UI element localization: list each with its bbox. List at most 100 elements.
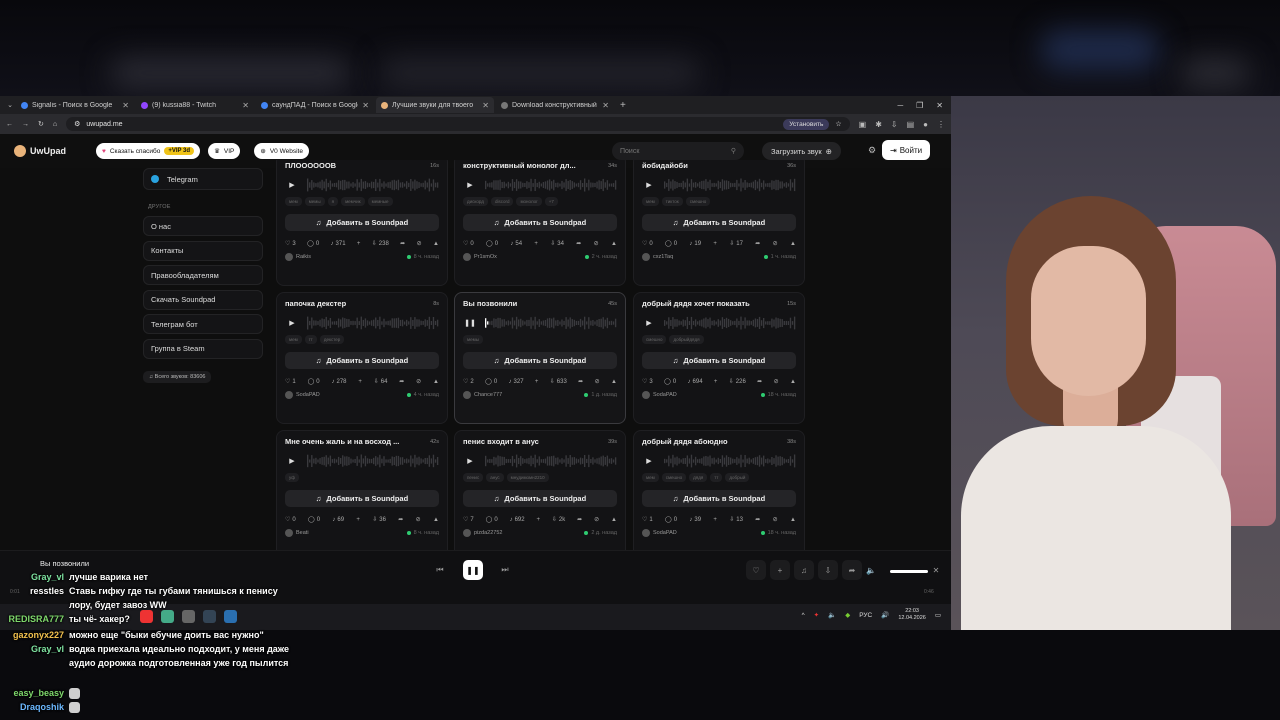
sound-tag[interactable]: мем: [642, 197, 659, 206]
chat-username[interactable]: Gray_vl: [0, 642, 64, 656]
back-icon[interactable]: ←: [6, 121, 13, 128]
play-icon[interactable]: ▶: [642, 316, 656, 330]
plus-icon[interactable]: +: [713, 517, 717, 523]
new-tab-icon[interactable]: +: [620, 100, 626, 111]
translate-icon[interactable]: ▣: [859, 120, 867, 129]
reload-icon[interactable]: ↻: [38, 120, 44, 128]
waveform[interactable]: [485, 316, 617, 330]
sidebar-icon[interactable]: ▤: [907, 120, 915, 129]
sidebar-item-rightholders[interactable]: Правообладателям: [143, 265, 263, 285]
search-input[interactable]: Поиск ⚲: [612, 142, 744, 160]
tray-red-icon[interactable]: ✦: [814, 611, 819, 619]
tray-chevron-icon[interactable]: ^: [802, 612, 805, 619]
sound-tag[interactable]: +7: [544, 197, 558, 206]
sound-title[interactable]: папочка декстер: [285, 299, 346, 308]
chat-username[interactable]: gazonyx227: [0, 628, 64, 642]
chat-username[interactable]: Gray_vl: [0, 570, 64, 584]
comment-button[interactable]: ◯ 0: [308, 378, 320, 386]
site-info-icon[interactable]: ⚙: [74, 120, 80, 128]
waveform[interactable]: [664, 454, 796, 468]
thanks-button[interactable]: ♥ Сказать спасибо +VIP 3d: [96, 143, 201, 159]
author[interactable]: Chance777: [463, 391, 502, 399]
comment-button[interactable]: ◯ 0: [485, 378, 497, 386]
favorite-heart-icon[interactable]: ♡: [746, 560, 766, 580]
sidebar-item-telegram-bot[interactable]: Телеграм бот: [143, 314, 263, 334]
report-icon[interactable]: ▲: [790, 379, 796, 385]
close-player-icon[interactable]: ✕: [926, 560, 946, 580]
comment-button[interactable]: ◯ 0: [486, 516, 498, 524]
clock[interactable]: 22:03 12.04.2026: [898, 608, 926, 622]
sound-tag[interactable]: тт: [710, 473, 723, 482]
like-button[interactable]: ♡ 1: [642, 516, 653, 524]
report-icon[interactable]: ▲: [790, 241, 796, 247]
waveform[interactable]: [485, 178, 617, 192]
plus-icon[interactable]: +: [356, 517, 360, 523]
speaker-icon[interactable]: 🔈: [828, 611, 836, 619]
extensions-icon[interactable]: ✱: [875, 120, 882, 129]
plus-icon[interactable]: +: [535, 379, 539, 385]
sidebar-item-telegram[interactable]: Telegram: [143, 168, 263, 190]
comment-button[interactable]: ◯ 0: [665, 240, 677, 248]
add-icon[interactable]: +: [770, 560, 790, 580]
report-icon[interactable]: ▲: [433, 241, 439, 247]
block-icon[interactable]: ⊘: [773, 240, 778, 247]
volume-slider[interactable]: [890, 570, 928, 573]
sound-tag[interactable]: мнудимомн2210: [506, 473, 549, 482]
sound-tag[interactable]: дядя: [689, 473, 708, 482]
download-icon[interactable]: ⇩: [818, 560, 838, 580]
sound-tag[interactable]: уф: [285, 473, 299, 482]
plus-icon[interactable]: +: [714, 379, 718, 385]
report-icon[interactable]: ▲: [611, 379, 617, 385]
sound-tag[interactable]: мемы: [463, 335, 483, 344]
sound-tag[interactable]: дискорд: [463, 197, 488, 206]
sound-card[interactable]: добрый дядя абоюдно 38s ▶ мем смешно дядя тт до…: [633, 430, 805, 554]
sound-tag[interactable]: я: [327, 197, 339, 206]
waveform[interactable]: [664, 316, 796, 330]
sound-tag[interactable]: пенис: [463, 473, 484, 482]
report-icon[interactable]: ▲: [433, 379, 439, 385]
comment-button[interactable]: ◯ 0: [307, 240, 319, 248]
plus-icon[interactable]: +: [536, 517, 540, 523]
share-icon[interactable]: ➦: [399, 378, 404, 385]
like-button[interactable]: ♡ 3: [642, 378, 653, 386]
next-track-icon[interactable]: ⏭: [495, 560, 515, 580]
play-icon[interactable]: ▶: [463, 454, 477, 468]
like-button[interactable]: ♡ 0: [285, 516, 296, 524]
sound-tag[interactable]: тт: [304, 335, 317, 344]
sound-title[interactable]: пенис входит в анус: [463, 437, 539, 446]
author[interactable]: cxz1Taq: [642, 253, 673, 261]
sound-tag[interactable]: смешно: [661, 473, 687, 482]
plus-icon[interactable]: +: [534, 241, 538, 247]
sound-tag[interactable]: смешно: [642, 335, 667, 344]
plus-icon[interactable]: +: [357, 241, 361, 247]
pause-icon[interactable]: ❚❚: [463, 316, 477, 330]
tab-1[interactable]: (9) kussia88 - Twitch ✕: [136, 97, 254, 113]
author[interactable]: SodaPAD: [642, 391, 677, 399]
share-icon[interactable]: ➦: [757, 378, 762, 385]
sound-tag[interactable]: discord: [490, 197, 514, 206]
like-button[interactable]: ♡ 7: [463, 516, 474, 524]
install-button[interactable]: Установить: [783, 118, 830, 130]
share-icon[interactable]: ➦: [400, 240, 405, 247]
bookmark-star-icon[interactable]: ☆: [835, 120, 841, 128]
sound-tag[interactable]: мемчик: [341, 197, 365, 206]
play-icon[interactable]: ▶: [285, 454, 299, 468]
close-icon[interactable]: ✕: [362, 101, 369, 110]
report-icon[interactable]: ▲: [611, 241, 617, 247]
sound-tray-icon[interactable]: 🔊: [881, 611, 889, 619]
report-icon[interactable]: ▲: [790, 517, 796, 523]
sound-card[interactable]: папочка декстер 8s ▶ мем тт декстер ♫ Добавить …: [276, 292, 448, 424]
sound-title[interactable]: йобидайоби: [642, 161, 688, 170]
tab-search-icon[interactable]: ⌄: [4, 99, 16, 111]
maximize-icon[interactable]: ❐: [916, 101, 923, 110]
sound-card[interactable]: Мне очень жаль и на восход ... 42s ▶ уф ♫ Доб…: [276, 430, 448, 554]
downloads-icon[interactable]: ⇩: [891, 120, 898, 129]
add-to-soundpad-button[interactable]: ♫ Добавить в Soundpad: [463, 490, 617, 507]
sound-card[interactable]: йобидайоби 36s ▶ мем тикток смешно ♫ Добавить в…: [633, 160, 805, 286]
close-icon[interactable]: ✕: [602, 101, 609, 110]
add-to-soundpad-button[interactable]: ♫ Добавить в Soundpad: [642, 214, 796, 231]
block-icon[interactable]: ⊘: [417, 240, 422, 247]
menu-icon[interactable]: ⋮: [937, 120, 945, 129]
sound-tag[interactable]: мем: [285, 335, 302, 344]
sound-card[interactable]: добрый дядя хочет показать 15s ▶ смешно добр…: [633, 292, 805, 424]
